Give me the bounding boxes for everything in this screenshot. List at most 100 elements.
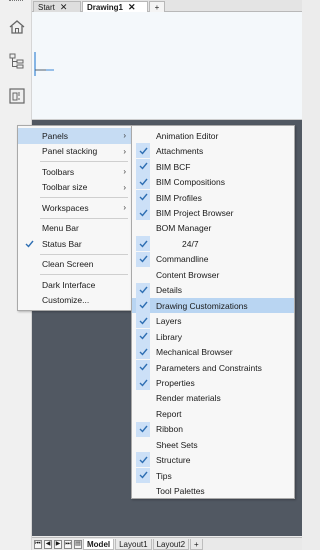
menu-item-panels[interactable]: Panels › (18, 128, 132, 144)
panel-item-sheet-sets[interactable]: Sheet Sets (132, 437, 294, 453)
chevron-right-icon: › (123, 203, 126, 213)
panel-item-render-materials[interactable]: Render materials (132, 391, 294, 407)
first-layout-button[interactable]: ⏮ (34, 539, 42, 549)
tab-drawing1[interactable]: Drawing1 ✕ (82, 1, 148, 12)
tab-start[interactable]: Start ✕ (33, 1, 81, 12)
menu-separator (40, 217, 128, 219)
menu-item-toolbar-size[interactable]: Toolbar size › (18, 180, 132, 196)
checkmark-icon (139, 379, 148, 387)
chevron-right-icon: › (123, 182, 126, 192)
panel-item-label: Animation Editor (156, 130, 219, 141)
panel-item-parameters-and-constraints[interactable]: Parameters and Constraints (132, 359, 294, 376)
checkmark-icon (139, 209, 148, 217)
menu-item-label: Panel stacking (42, 146, 98, 157)
hierarchy-icon[interactable] (6, 50, 28, 72)
panel-item-drawing-customizations[interactable]: Drawing Customizations (132, 297, 294, 314)
panel-item-label: BOM Manager (156, 223, 212, 234)
checkmark-icon (139, 301, 148, 309)
panel-item-label: BIM Profiles (156, 192, 202, 203)
new-tab-button[interactable]: + (149, 1, 165, 12)
chevron-right-icon: › (123, 131, 126, 141)
panel-item-label: Attachments (156, 146, 204, 157)
panel-item-report[interactable]: Report (132, 406, 294, 422)
panel-item-structure[interactable]: Structure (132, 452, 294, 468)
panel-item-label: Report (156, 408, 182, 419)
menu-item-customize[interactable]: Customize... (18, 293, 132, 309)
close-icon[interactable]: ✕ (60, 2, 68, 12)
panel-item-label: Drawing Customizations (156, 300, 248, 311)
tab-label: Start (38, 2, 55, 12)
panel-item-layers[interactable]: Layers (132, 313, 294, 329)
checkmark-icon (139, 286, 148, 294)
panel-item-label: Render materials (156, 393, 221, 404)
panel-item-tool-palettes[interactable]: Tool Palettes (132, 483, 294, 499)
menu-item-label: Panels (42, 130, 68, 141)
menu-item-menu-bar[interactable]: Menu Bar (18, 221, 132, 237)
menu-item-clean-screen[interactable]: Clean Screen (18, 257, 132, 273)
panel-item-label: Sheet Sets (156, 439, 198, 450)
panel-item-properties[interactable]: Properties (132, 375, 294, 391)
checkmark-icon (139, 348, 148, 356)
menu-item-panel-stacking[interactable]: Panel stacking › (18, 144, 132, 160)
checkmark-icon (139, 240, 148, 248)
menu-item-status-bar[interactable]: Status Bar (18, 236, 132, 252)
panel-item-label: Commandline (156, 254, 209, 265)
panel-item-animation-editor[interactable]: Animation Editor (132, 128, 294, 144)
layout-tab-bar: ⏮ ◀ ▶ ⏭ ▤ Model Layout1 Layout2 + (32, 537, 302, 550)
layout-list-button[interactable]: ▤ (74, 539, 82, 549)
panel-item-commandline[interactable]: Commandline (132, 251, 294, 268)
panel-item-label: Properties (156, 377, 195, 388)
next-layout-button[interactable]: ▶ (54, 539, 62, 549)
panel-item-label: BIM Project Browser (156, 208, 234, 218)
panel-item-bim-bcf[interactable]: BIM BCF (132, 158, 294, 175)
menu-item-label: Toolbar size (42, 182, 88, 193)
checkmark-icon (139, 425, 148, 433)
prev-layout-button[interactable]: ◀ (44, 539, 52, 549)
panel-item-label: Ribbon (156, 424, 183, 435)
checkmark-icon (139, 456, 148, 464)
menu-item-label: Status Bar (42, 238, 82, 249)
panel-item-mechanical-browser[interactable]: Mechanical Browser (132, 344, 294, 360)
tab-model[interactable]: Model (83, 538, 115, 550)
menu-item-label: Menu Bar (42, 223, 79, 234)
menu-separator (40, 161, 128, 162)
menu-item-dark-interface[interactable]: Dark Interface (18, 277, 132, 293)
close-icon[interactable]: ✕ (128, 2, 136, 12)
panel-item-bim-compositions[interactable]: BIM Compositions (132, 174, 294, 190)
checkmark-icon (139, 471, 148, 479)
panel-item-24-7[interactable]: 24/7 (132, 236, 294, 252)
menu-item-label: Customize... (42, 295, 90, 306)
panel-item-attachments[interactable]: Attachments (132, 143, 294, 159)
menu-item-label: Clean Screen (42, 259, 94, 270)
menu-separator (40, 253, 128, 255)
tab-layout1[interactable]: Layout1 (115, 538, 152, 550)
layout-icon[interactable] (6, 85, 28, 107)
last-layout-button[interactable]: ⏭ (64, 539, 72, 549)
tab-layout2[interactable]: Layout2 (152, 538, 190, 550)
panel-item-label: BIM BCF (156, 161, 191, 172)
panel-item-ribbon[interactable]: Ribbon (132, 421, 294, 438)
menu-item-workspaces[interactable]: Workspaces › (18, 200, 132, 216)
panel-item-label: Tool Palettes (156, 486, 205, 497)
home-icon[interactable] (6, 16, 28, 38)
panel-item-label: Library (156, 331, 182, 342)
panel-item-library[interactable]: Library (132, 328, 294, 345)
panel-item-tips[interactable]: Tips (132, 467, 294, 484)
add-layout-button[interactable]: + (190, 538, 203, 550)
drawing-canvas[interactable] (32, 12, 302, 120)
panel-item-label: Parameters and Constraints (156, 362, 262, 373)
panel-item-label: 24/7 (182, 238, 199, 249)
menu-item-toolbars[interactable]: Toolbars › (18, 164, 132, 180)
panel-item-details[interactable]: Details (132, 282, 294, 299)
tab-label: Drawing1 (87, 2, 124, 12)
menu-item-label: Toolbars (42, 166, 75, 177)
panel-item-bim-project-browser[interactable]: BIM Project Browser (132, 205, 294, 221)
panels-submenu: Animation Editor Attachments BIM BCF BIM Co… (131, 125, 295, 499)
panel-item-content-browser[interactable]: Content Browser (132, 267, 294, 283)
checkmark-icon (139, 332, 148, 340)
panel-item-bim-profiles[interactable]: BIM Profiles (132, 189, 294, 206)
panel-item-label: Content Browser (156, 269, 220, 280)
panel-item-label: Details (156, 285, 182, 296)
menu-item-label: Dark Interface (42, 279, 96, 290)
panel-item-bom-manager[interactable]: BOM Manager (132, 221, 294, 237)
